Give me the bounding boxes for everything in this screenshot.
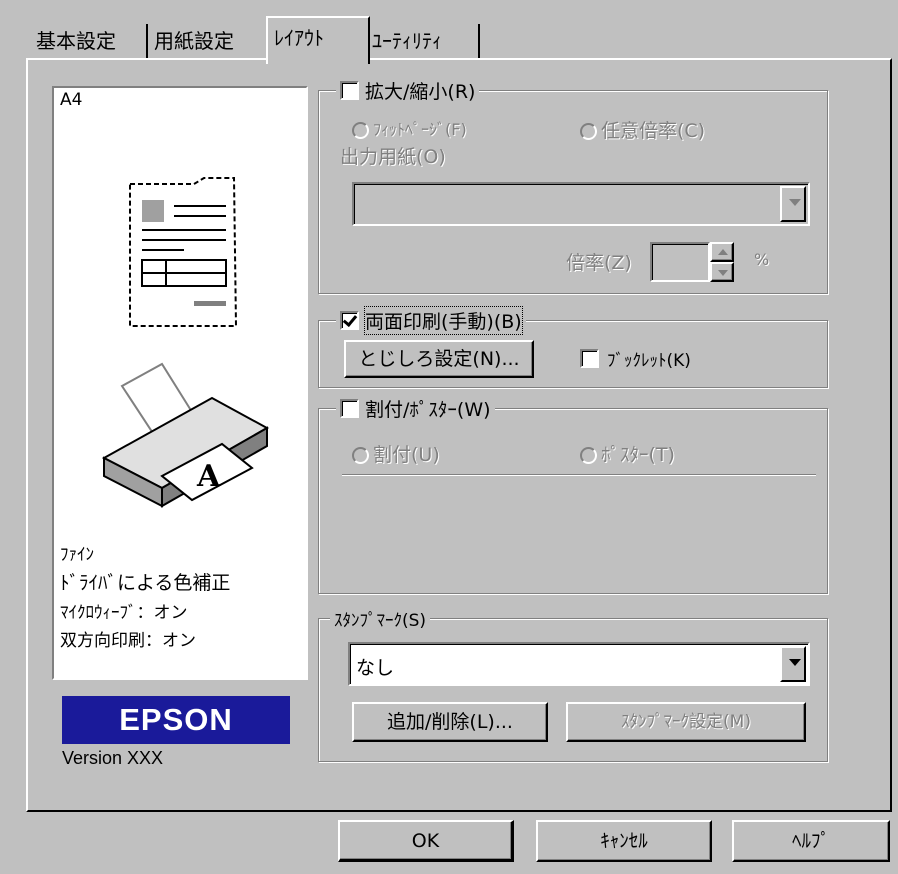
- stamp-label: ｽﾀﾝﾌﾟﾏｰｸ(S): [330, 606, 431, 631]
- stamp-selected-value: なし: [356, 657, 395, 679]
- multipage-label: 割付/ﾎﾟｽﾀｰ(W): [365, 398, 491, 421]
- stamp-settings-button[interactable]: ｽﾀﾝﾌﾟﾏｰｸ設定(M): [566, 702, 806, 742]
- ratio-label: 倍率(Z): [566, 252, 632, 274]
- output-paper-select[interactable]: [352, 182, 810, 226]
- tab-paper[interactable]: 用紙設定: [146, 24, 240, 60]
- tab-layout[interactable]: ﾚｲｱｳﾄ: [266, 16, 370, 64]
- binding-margin-button[interactable]: とじしろ設定(N)...: [344, 340, 534, 378]
- tab-label: ﾚｲｱｳﾄ: [274, 26, 324, 50]
- preview-bidirectional: 双方向印刷：オン: [60, 631, 196, 651]
- preview-color-correction: ﾄﾞﾗｲﾊﾞによる色補正: [60, 572, 231, 594]
- stamp-select[interactable]: なし: [348, 642, 810, 686]
- chevron-down-icon: [789, 199, 801, 206]
- ratio-input[interactable]: [650, 242, 710, 282]
- epson-logo: EPSON: [62, 696, 290, 744]
- multipage-checkbox[interactable]: [340, 398, 359, 418]
- scale-checkbox[interactable]: [340, 80, 359, 100]
- duplex-checkbox[interactable]: [340, 310, 359, 330]
- cancel-button[interactable]: ｷｬﾝｾﾙ: [536, 820, 712, 862]
- scale-checkbox-row[interactable]: 拡大/縮小(R): [336, 78, 480, 103]
- spin-up-button[interactable]: [710, 242, 734, 262]
- dropdown-button[interactable]: [780, 646, 806, 682]
- ratio-spinner[interactable]: [710, 242, 734, 282]
- booklet-checkbox[interactable]: [580, 349, 599, 368]
- document-preview-icon: [129, 177, 238, 327]
- arrow-down-icon: [718, 270, 728, 276]
- radio-icon: [352, 447, 369, 464]
- nup-radio[interactable]: 割付(U): [352, 440, 440, 467]
- tab-utility[interactable]: ﾕｰﾃｨﾘﾃｨ: [364, 24, 448, 60]
- custom-ratio-label: 任意倍率(C): [601, 120, 706, 142]
- preview-quality: ﾌｧｲﾝ: [60, 545, 94, 565]
- poster-label: ﾎﾟｽﾀｰ(T): [601, 444, 675, 466]
- preview-microweave: ﾏｲｸﾛｳｨｰﾌﾞ：オン: [60, 603, 188, 623]
- scale-label: 拡大/縮小(R): [365, 80, 476, 103]
- radio-icon: [580, 123, 597, 140]
- duplex-label: 両面印刷(手動)(B): [364, 305, 523, 335]
- radio-icon: [352, 122, 369, 139]
- dropdown-button[interactable]: [780, 186, 806, 222]
- tab-basic[interactable]: 基本設定: [30, 24, 122, 60]
- custom-ratio-radio[interactable]: 任意倍率(C): [580, 116, 705, 143]
- booklet-label: ﾌﾞｯｸﾚｯﾄ(K): [607, 351, 691, 371]
- preview-paper-size: A4: [60, 90, 83, 110]
- multipage-group: [318, 408, 828, 594]
- tab-edge: [478, 24, 480, 58]
- spin-down-button[interactable]: [710, 262, 734, 282]
- version-label: Version XXX: [62, 748, 164, 768]
- booklet-checkbox-row[interactable]: ﾌﾞｯｸﾚｯﾄ(K): [580, 346, 691, 371]
- tab-label: ﾕｰﾃｨﾘﾃｨ: [372, 29, 442, 53]
- chevron-down-icon: [789, 659, 801, 666]
- output-paper-label: 出力用紙(O): [340, 146, 446, 168]
- multipage-checkbox-row[interactable]: 割付/ﾎﾟｽﾀｰ(W): [336, 396, 495, 421]
- radio-icon: [580, 447, 597, 464]
- help-button[interactable]: ﾍﾙﾌﾟ: [732, 820, 890, 862]
- printer-icon: A: [102, 362, 270, 508]
- fit-page-label: ﾌｨｯﾄﾍﾟｰｼﾞ(F): [373, 120, 467, 139]
- arrow-up-icon: [718, 249, 728, 255]
- nup-label: 割付(U): [373, 444, 440, 466]
- duplex-checkbox-row[interactable]: 両面印刷(手動)(B): [336, 305, 526, 335]
- ok-button[interactable]: OK: [338, 820, 514, 862]
- svg-text:A: A: [196, 459, 221, 494]
- fit-page-radio[interactable]: ﾌｨｯﾄﾍﾟｰｼﾞ(F): [352, 116, 467, 140]
- poster-radio[interactable]: ﾎﾟｽﾀｰ(T): [580, 440, 675, 467]
- tab-label: 基本設定: [36, 29, 116, 53]
- preview-pane: A4 A ﾌｧｲﾝ ﾄﾞﾗｲﾊﾞによる色補正 ﾏｲｸﾛｳｨｰﾌﾞ：オン 双方向印…: [52, 86, 308, 680]
- divider: [342, 474, 816, 475]
- add-delete-button[interactable]: 追加/削除(L)...: [352, 702, 548, 742]
- tab-label: 用紙設定: [154, 29, 234, 53]
- percent-label: %: [754, 250, 770, 269]
